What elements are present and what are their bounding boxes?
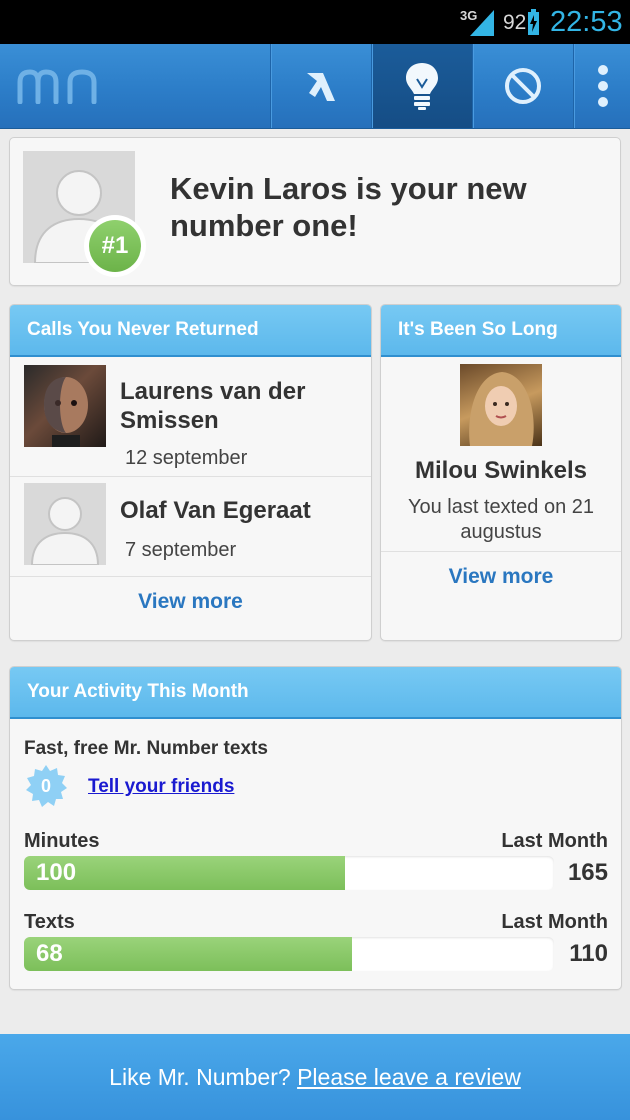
call-date: 12 september bbox=[125, 447, 248, 469]
contact-name: Olaf Van Egeraat bbox=[120, 497, 311, 524]
number-one-message: Kevin Laros is your new number one! bbox=[170, 171, 527, 243]
rank-badge-label: #1 bbox=[89, 220, 141, 272]
texts-last-month-value: 110 bbox=[569, 940, 608, 967]
texts-last-month-label: Last Month bbox=[501, 911, 608, 933]
overflow-menu-button[interactable] bbox=[573, 44, 630, 128]
long-card-title: It's Been So Long bbox=[381, 305, 621, 357]
minutes-bar: 100 bbox=[24, 856, 554, 890]
activity-card: Your Activity This Month Fast, free Mr. … bbox=[9, 666, 622, 990]
battery-level: 92 bbox=[503, 11, 527, 34]
call-date: 7 september bbox=[125, 539, 237, 561]
calls-never-returned-card: Calls You Never Returned Laurens van der… bbox=[9, 304, 372, 641]
avatar bbox=[24, 483, 106, 565]
status-bar: 3G 92 22:53 bbox=[0, 0, 630, 44]
texts-bar: 68 bbox=[24, 937, 554, 971]
contact-photo[interactable] bbox=[460, 364, 542, 446]
signal-icon bbox=[470, 10, 494, 36]
texts-label: Texts bbox=[24, 911, 75, 933]
call-filter-button[interactable] bbox=[270, 44, 371, 128]
contact-name: Milou Swinkels bbox=[414, 457, 588, 484]
minutes-bar-fill: 100 bbox=[24, 856, 345, 890]
clock: 22:53 bbox=[550, 6, 623, 38]
texts-promo: Fast, free Mr. Number texts bbox=[24, 738, 268, 759]
contact-photo bbox=[24, 365, 106, 447]
face-photo-icon bbox=[469, 372, 534, 446]
list-item[interactable]: Olaf Van Egeraat 7 september bbox=[10, 477, 371, 577]
review-prefix: Like Mr. Number? bbox=[109, 1064, 298, 1090]
tell-friends-link[interactable]: Tell your friends bbox=[88, 776, 234, 798]
battery-icon bbox=[528, 9, 539, 35]
activity-card-title: Your Activity This Month bbox=[10, 667, 621, 719]
insights-button[interactable] bbox=[371, 44, 472, 128]
minutes-last-month-value: 165 bbox=[567, 859, 608, 886]
person-placeholder-icon bbox=[30, 497, 100, 565]
long-view-more-link[interactable]: View more bbox=[381, 565, 621, 589]
list-item[interactable]: Laurens van der Smissen 12 september bbox=[10, 357, 371, 477]
block-button[interactable] bbox=[472, 44, 573, 128]
calls-view-more-link[interactable]: View more bbox=[10, 590, 371, 614]
divider bbox=[10, 576, 371, 577]
divider bbox=[381, 551, 621, 552]
action-bar bbox=[0, 44, 630, 129]
rank-badge: #1 bbox=[84, 215, 146, 277]
its-been-so-long-card: It's Been So Long Milou Swinkels You las… bbox=[380, 304, 622, 641]
last-texted-info: You last texted on 21 augustus bbox=[407, 496, 595, 543]
mn-logo-icon[interactable] bbox=[16, 68, 108, 104]
leave-review-link[interactable]: Please leave a review bbox=[297, 1064, 521, 1090]
minutes-label: Minutes bbox=[24, 830, 100, 852]
number-one-card[interactable]: #1 Kevin Laros is your new number one! bbox=[9, 137, 621, 286]
review-banner[interactable]: Like Mr. Number? Please leave a review bbox=[0, 1034, 630, 1120]
contact-name: Laurens van der Smissen bbox=[120, 378, 306, 434]
texts-bar-fill: 68 bbox=[24, 937, 352, 971]
block-icon bbox=[505, 68, 541, 104]
call-filter-icon bbox=[307, 73, 335, 101]
minutes-last-month-label: Last Month bbox=[501, 830, 608, 852]
lightbulb-icon bbox=[406, 63, 438, 110]
overflow-menu-icon bbox=[597, 65, 608, 107]
texts-count: 0 bbox=[40, 776, 51, 796]
calls-card-title: Calls You Never Returned bbox=[10, 305, 371, 357]
face-photo-icon bbox=[44, 377, 88, 447]
